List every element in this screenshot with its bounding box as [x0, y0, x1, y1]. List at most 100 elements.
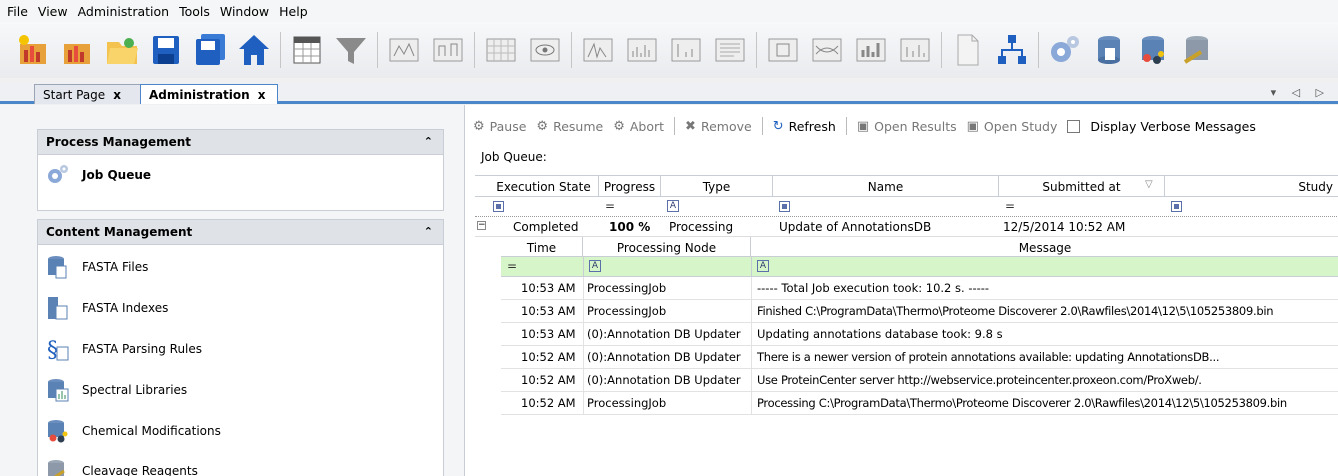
- sequence-view-icon[interactable]: [763, 30, 803, 70]
- grid-view-icon[interactable]: [481, 30, 521, 70]
- abort-button[interactable]: ⚙ Abort: [613, 119, 664, 134]
- molecule-view-icon[interactable]: [428, 30, 468, 70]
- nav-item-cleavage-reagents[interactable]: Cleavage Reagents: [46, 459, 198, 476]
- column-header-execution-state[interactable]: Execution State: [489, 176, 599, 197]
- tab-navigation-arrows[interactable]: ▾ ◁ ▷: [1271, 86, 1330, 99]
- save-icon[interactable]: [146, 30, 186, 70]
- table-row[interactable]: 10:52 AM (0):Annotation DB Updater Use P…: [501, 369, 1338, 392]
- cell-message: Use ProteinCenter server http://webservi…: [757, 373, 1202, 387]
- table-row[interactable]: 10:53 AM ProcessingJob Finished C:\Progr…: [501, 300, 1338, 323]
- nav-item-job-queue[interactable]: Job Queue: [46, 163, 151, 187]
- table-row[interactable]: 10:52 AM ProcessingJob Processing C:\Pro…: [501, 392, 1338, 415]
- tab-start-page[interactable]: Start Page x: [34, 84, 142, 104]
- filter-type-text-icon[interactable]: A: [667, 200, 679, 212]
- filter-name-icon[interactable]: [779, 201, 790, 212]
- filter-progress-equals-icon[interactable]: =: [605, 199, 615, 213]
- spectrum-view-icon[interactable]: [384, 30, 424, 70]
- collapse-row-icon[interactable]: −: [477, 221, 486, 230]
- column-header-name[interactable]: Name: [773, 176, 999, 197]
- toolbar-separator: [845, 117, 847, 135]
- nav-item-chemical-modifications[interactable]: Chemical Modifications: [46, 419, 221, 443]
- nav-item-label: FASTA Parsing Rules: [82, 342, 203, 356]
- home-icon[interactable]: [234, 30, 274, 70]
- verbose-messages-checkbox[interactable]: [1067, 119, 1081, 133]
- table-row[interactable]: 10:52 AM (0):Annotation DB Updater There…: [501, 346, 1338, 369]
- remove-button[interactable]: ✖ Remove: [685, 119, 752, 134]
- column-header-submitted-at[interactable]: Submitted at: [999, 176, 1165, 197]
- tab-administration[interactable]: Administration x: [140, 84, 278, 104]
- histogram-icon[interactable]: [895, 30, 935, 70]
- pause-button[interactable]: ⚙ Pause: [473, 119, 526, 134]
- open-study-button[interactable]: ▣ Open Study: [967, 119, 1058, 134]
- workflow-icon[interactable]: [992, 30, 1032, 70]
- column-header-type[interactable]: Type: [661, 176, 773, 197]
- column-header-processing-node[interactable]: Processing Node: [583, 237, 751, 258]
- nav-item-spectral-libraries[interactable]: Spectral Libraries: [46, 378, 187, 402]
- save-all-icon[interactable]: [190, 30, 230, 70]
- filter-submitted-equals-icon[interactable]: =: [1005, 199, 1015, 213]
- mass-spectrum-icon[interactable]: [622, 30, 662, 70]
- nav-item-fasta-indexes[interactable]: FASTA Indexes: [46, 296, 168, 320]
- document-icon[interactable]: [948, 30, 988, 70]
- cell-message: Finished C:\ProgramData\Thermo\Proteome …: [757, 304, 1274, 318]
- collapse-chevron-icon[interactable]: ⌃: [424, 135, 433, 148]
- spectrum-peaks-icon[interactable]: [666, 30, 706, 70]
- cleavage-reagents-icon[interactable]: [1177, 30, 1217, 70]
- open-results-button[interactable]: ▣ Open Results: [857, 119, 957, 134]
- toolbar-separator: [674, 117, 676, 135]
- menu-administration[interactable]: Administration: [73, 4, 174, 19]
- menu-view[interactable]: View: [33, 4, 73, 19]
- table-icon[interactable]: [287, 30, 327, 70]
- close-icon[interactable]: x: [113, 88, 121, 102]
- menu-file[interactable]: File: [2, 4, 33, 19]
- job-queue-label: Job Queue:: [481, 150, 547, 164]
- filter-time-equals-icon[interactable]: =: [507, 259, 517, 273]
- nav-item-fasta-parsing-rules[interactable]: § FASTA Parsing Rules: [46, 337, 202, 361]
- table-row[interactable]: − Completed 100 % Processing Update of A…: [475, 217, 1338, 237]
- column-header-study[interactable]: Study: [1165, 176, 1338, 197]
- filter-node-text-icon[interactable]: A: [589, 260, 601, 272]
- refresh-icon: ↻: [772, 118, 784, 134]
- fasta-database-icon[interactable]: [1089, 30, 1129, 70]
- column-header-progress[interactable]: Progress: [599, 176, 661, 197]
- button-label: Open Results: [874, 118, 957, 134]
- filter-icon[interactable]: [331, 30, 371, 70]
- process-management-header[interactable]: Process Management ⌃: [37, 129, 444, 155]
- eye-view-icon[interactable]: [525, 30, 565, 70]
- close-icon[interactable]: x: [258, 88, 266, 102]
- verbose-messages-label[interactable]: Display Verbose Messages: [1090, 119, 1256, 134]
- chemical-modifications-icon[interactable]: [1133, 30, 1173, 70]
- menu-window[interactable]: Window: [215, 4, 274, 19]
- menu-help[interactable]: Help: [274, 4, 313, 19]
- filter-study-icon[interactable]: [1171, 201, 1182, 212]
- cell-time: 10:52 AM: [521, 396, 576, 410]
- resume-button[interactable]: ⚙ Resume: [536, 119, 603, 134]
- table-row[interactable]: 10:53 AM ProcessingJob ----- Total Job e…: [501, 277, 1338, 300]
- menu-tools[interactable]: Tools: [174, 4, 215, 19]
- filter-message-text-icon[interactable]: A: [757, 260, 769, 272]
- collapse-chevron-icon[interactable]: ⌃: [424, 225, 433, 238]
- new-study-icon[interactable]: [14, 30, 54, 70]
- job-queue-toolbar-icon[interactable]: [1045, 30, 1085, 70]
- open-folder-icon[interactable]: [102, 30, 142, 70]
- column-divider: [583, 300, 584, 322]
- cell-time: 10:52 AM: [521, 373, 576, 387]
- chromatogram-icon[interactable]: [578, 30, 618, 70]
- nav-item-fasta-files[interactable]: FASTA Files: [46, 255, 148, 279]
- alignment-view-icon[interactable]: [807, 30, 847, 70]
- column-header-time[interactable]: Time: [501, 237, 583, 258]
- column-divider: [583, 257, 584, 276]
- sort-indicator-icon[interactable]: ▽: [1145, 179, 1153, 190]
- bar-chart-icon[interactable]: [851, 30, 891, 70]
- refresh-button[interactable]: ↻ Refresh: [773, 119, 836, 134]
- report-view-icon[interactable]: [710, 30, 750, 70]
- table-row[interactable]: 10:53 AM (0):Annotation DB Updater Updat…: [501, 323, 1338, 346]
- content-management-header[interactable]: Content Management ⌃: [37, 219, 444, 245]
- open-study-icon[interactable]: [58, 30, 98, 70]
- nav-item-label: Cleavage Reagents: [82, 464, 198, 476]
- filter-state-icon[interactable]: [493, 201, 504, 212]
- column-divider: [751, 346, 752, 368]
- button-label: Remove: [700, 118, 752, 134]
- column-header-message[interactable]: Message: [751, 237, 1338, 258]
- svg-text:§: §: [47, 338, 58, 361]
